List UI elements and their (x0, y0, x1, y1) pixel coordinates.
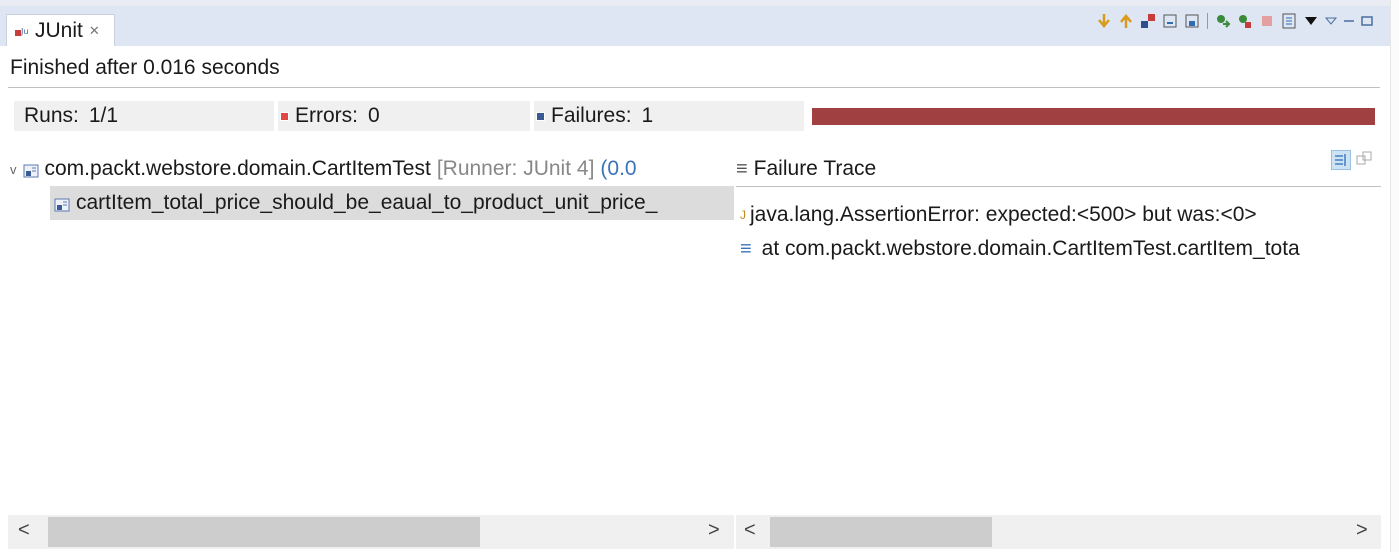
scrollbar-thumb[interactable] (770, 517, 992, 547)
junit-toolbar (1095, 12, 1374, 30)
next-failure-icon[interactable] (1095, 12, 1113, 30)
exception-icon: J (740, 208, 746, 222)
scroll-left-icon[interactable]: < (744, 519, 756, 542)
scroll-right-icon[interactable]: > (708, 519, 720, 542)
view-menu-icon[interactable] (1324, 12, 1338, 30)
scrollbar-thumb[interactable] (48, 517, 480, 547)
errors-counter: Errors: 0 (278, 101, 530, 131)
rerun-icon[interactable] (1214, 12, 1232, 30)
scroll-left-icon[interactable]: < (18, 519, 30, 542)
divider (8, 87, 1380, 88)
test-suite-icon (23, 161, 39, 178)
filter-stack-icon[interactable] (1331, 150, 1351, 170)
test-run-history-icon[interactable] (1280, 12, 1298, 30)
close-icon[interactable]: ✕ (89, 23, 100, 39)
chevron-down-icon[interactable]: v (10, 162, 17, 177)
toolbar-separator (1207, 13, 1208, 29)
window-edge (1390, 0, 1399, 552)
failures-label: Failures: (551, 104, 632, 127)
errors-value: 0 (368, 104, 380, 127)
trace-horizontal-scrollbar[interactable]: < > (736, 515, 1381, 549)
view-tab-bar: Ju JUnit ✕ (0, 0, 1390, 46)
tab-junit[interactable]: Ju JUnit ✕ (6, 14, 115, 46)
maximize-icon[interactable] (1360, 12, 1374, 30)
test-name: cartItem_total_price_should_be_eaual_to_… (76, 191, 658, 214)
tree-test-row[interactable]: cartItem_total_price_should_be_eaual_to_… (50, 186, 734, 220)
suite-time: (0.0 (600, 157, 637, 180)
failure-icon (536, 111, 545, 121)
menu-dropdown-icon[interactable] (1302, 12, 1320, 30)
runs-label: Runs: (24, 104, 79, 127)
junit-icon: Ju (13, 22, 31, 40)
stack-frame-text: at com.packt.webstore.domain.CartItemTes… (761, 237, 1300, 260)
assertion-error-text: java.lang.AssertionError: expected:<500>… (750, 203, 1257, 226)
rerun-failed-first-icon[interactable] (1236, 12, 1254, 30)
error-icon (280, 111, 289, 121)
trace-line-stack[interactable]: ≡ at com.packt.webstore.domain.CartItemT… (740, 232, 1300, 266)
failure-trace-header: ≡ Failure Trace (736, 152, 876, 186)
runs-counter: Runs: 1/1 (14, 101, 274, 131)
stack-trace-icon: ≡ (736, 157, 748, 180)
svg-text:Ju: Ju (20, 27, 28, 36)
stack-frame-icon: ≡ (740, 237, 752, 260)
suite-name: com.packt.webstore.domain.CartItemTest (44, 157, 431, 180)
show-failures-only-icon[interactable] (1139, 12, 1157, 30)
failed-test-icon (54, 195, 70, 212)
run-status-text: Finished after 0.016 seconds (10, 56, 280, 79)
scroll-right-icon[interactable]: > (1356, 519, 1368, 542)
compare-result-icon[interactable] (1355, 150, 1375, 170)
runs-value: 1/1 (88, 104, 119, 127)
show-skipped-icon[interactable] (1183, 12, 1201, 30)
scroll-lock-icon[interactable] (1161, 12, 1179, 30)
divider (736, 186, 1381, 187)
previous-failure-icon[interactable] (1117, 12, 1135, 30)
failure-trace-title: Failure Trace (753, 157, 877, 180)
tree-horizontal-scrollbar[interactable]: < > (8, 515, 734, 549)
stop-icon[interactable] (1258, 12, 1276, 30)
trace-line-assertion[interactable]: J java.lang.AssertionError: expected:<50… (740, 198, 1257, 232)
tree-suite-row[interactable]: v com.packt.webstore.domain.CartItemTest… (8, 152, 637, 186)
failures-counter: Failures: 1 (534, 101, 804, 131)
failures-value: 1 (641, 104, 654, 127)
errors-label: Errors: (295, 104, 358, 127)
failure-trace-pane: ≡ Failure Trace J java.lang.AssertionErr… (736, 150, 1381, 516)
test-progress-bar (812, 108, 1375, 125)
tab-title: JUnit (35, 18, 83, 42)
minimize-icon[interactable] (1342, 12, 1356, 30)
test-tree: v com.packt.webstore.domain.CartItemTest… (8, 150, 734, 516)
suite-runner: [Runner: JUnit 4] (436, 157, 595, 180)
trace-toolbar (1331, 150, 1375, 170)
